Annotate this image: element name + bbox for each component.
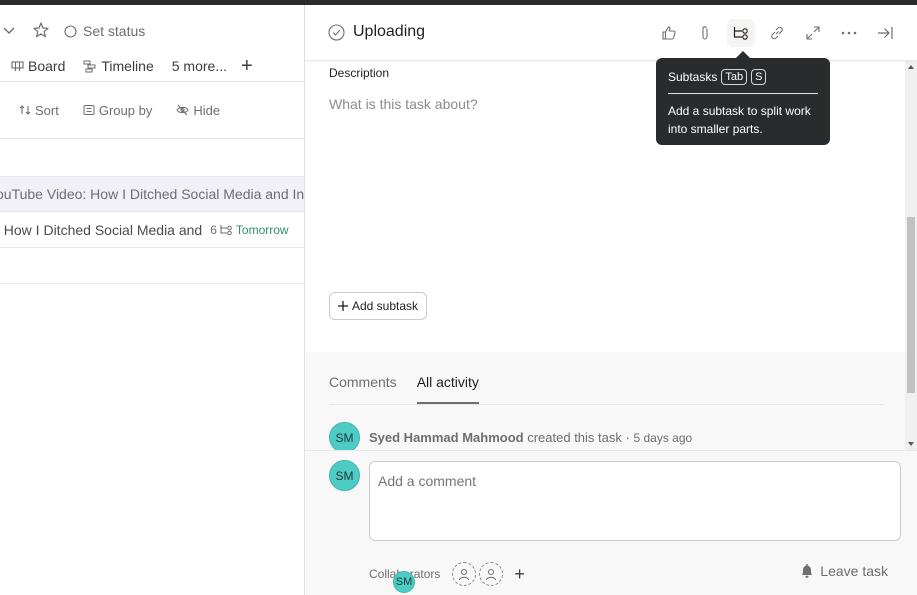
divider [0,138,304,139]
task-detail-header: Uploading [305,5,917,61]
task-row-empty [0,248,304,284]
tooltip-header: Subtasks Tab S [668,69,818,94]
avatar: SM [329,460,360,491]
plus-icon [338,301,348,311]
description-input[interactable]: What is this task about? [329,96,478,112]
complete-check-icon[interactable] [328,23,345,41]
expand-icon [806,26,820,40]
subtasks-tooltip: Subtasks Tab S Add a subtask to split wo… [656,51,830,145]
tab-board[interactable]: Board [11,58,65,74]
user-icon [486,568,497,580]
set-status-label: Set status [83,23,146,39]
task-name: ouTube Video: How I Ditched Social Media… [0,186,305,202]
header-actions [655,19,899,47]
task-row[interactable]: ouTube Video: How I Ditched Social Media… [0,176,305,212]
avatar[interactable]: SM [329,422,360,453]
tooltip-body: Add a subtask to split work into smaller… [668,104,811,136]
link-icon [771,26,783,40]
list-toolbar: Sort Group by Hide [0,100,244,120]
shortcut-key: Tab [721,69,748,85]
chevron-down-icon[interactable] [2,23,16,40]
group-by-button[interactable]: Group by [83,103,152,118]
story-separator: · [625,430,630,445]
scroll-down-arrow[interactable] [908,442,914,446]
subtask-count: 6 [210,223,233,237]
close-pane-button[interactable] [871,19,899,47]
sort-icon [19,105,31,115]
project-header-row: Set status [0,20,145,42]
eye-off-icon [176,104,189,116]
sort-button[interactable]: Sort [19,103,59,118]
comment-input[interactable] [369,461,901,541]
close-pane-icon [878,27,893,39]
collaborators: Collaborators SM + [369,562,525,593]
scroll-up-arrow[interactable] [908,65,914,69]
description-label: Description [329,66,390,80]
scrollbar-thumb[interactable] [907,217,915,393]
due-date[interactable]: Tomorrow [236,223,289,237]
activity-tabs: Comments All activity [329,374,479,404]
bell-icon [802,564,813,578]
status-circle-icon [64,24,77,38]
activity-section: Comments All activity SM Syed Hammad Mah… [305,352,905,453]
set-status-button[interactable]: Set status [64,23,145,39]
subtasks-button[interactable] [727,19,755,47]
attach-button[interactable] [691,19,719,47]
task-title-text[interactable]: Uploading [353,23,425,41]
project-list-pane: Set status Board Timeline 5 more... + So… [0,5,305,595]
paperclip-icon [702,26,708,40]
copy-link-button[interactable] [763,19,791,47]
story-author[interactable]: Syed Hammad Mahmood [369,430,524,445]
tab-comments[interactable]: Comments [329,374,397,404]
divider [0,81,304,82]
task-title: Uploading [328,23,425,41]
leave-task-button[interactable]: Leave task [800,563,888,579]
shortcut-key: S [751,69,767,85]
empty-collaborator-slot[interactable] [452,562,477,586]
more-icon [841,31,857,35]
comment-composer: SM Collaborators SM + Leave task [305,450,917,595]
story-action: created this task [527,430,622,445]
timeline-icon [83,60,96,72]
star-icon[interactable] [32,21,50,42]
scrollbar[interactable] [905,61,917,450]
user-icon [459,568,470,580]
activity-story: SM Syed Hammad Mahmood created this task… [329,422,692,453]
add-view-button[interactable]: + [241,56,253,76]
task-name: : How I Ditched Social Media and [0,221,203,238]
story-time: 5 days ago [633,431,693,445]
group-icon [83,105,95,115]
board-icon [11,60,24,71]
add-subtask-button[interactable]: Add subtask [329,292,428,320]
divider [329,404,884,405]
tab-all-activity[interactable]: All activity [416,374,479,404]
task-row[interactable]: : How I Ditched Social Media and 6 Tomor… [0,212,304,248]
empty-collaborator-slot[interactable] [479,562,504,586]
hide-button[interactable]: Hide [176,103,220,118]
tab-timeline[interactable]: Timeline [83,58,154,74]
subtasks-icon [220,225,232,235]
view-tabs: Board Timeline 5 more... + [0,55,253,77]
more-actions-button[interactable] [835,19,863,47]
collaborator-avatar[interactable]: SM [393,571,415,593]
expand-button[interactable] [799,19,827,47]
add-collaborator-button[interactable]: + [514,564,525,585]
subtasks-icon [733,27,748,40]
tooltip-title: Subtasks [668,70,718,84]
more-views-button[interactable]: 5 more... [172,58,227,74]
thumbs-up-icon [662,26,676,40]
like-button[interactable] [655,19,683,47]
